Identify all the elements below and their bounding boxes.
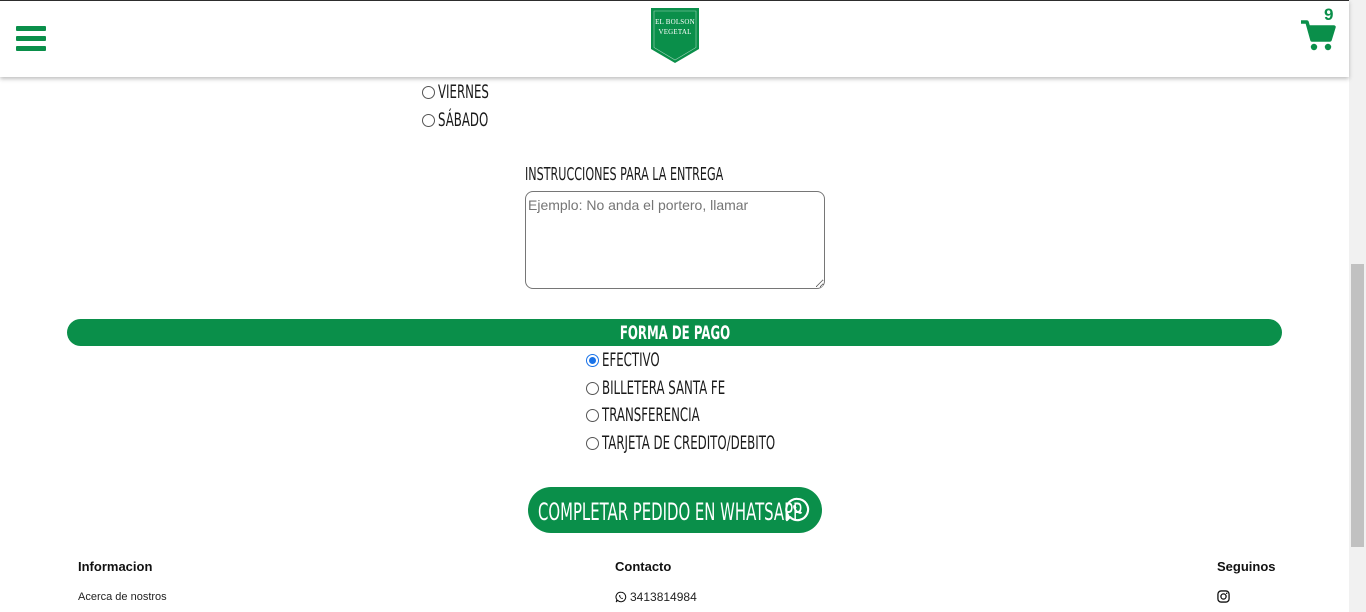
- footer-heading-contacto: Contacto: [615, 559, 672, 574]
- logo[interactable]: EL BOLSON VEGETAL: [651, 8, 699, 64]
- complete-order-label: COMPLETAR PEDIDO EN WHATSAPP: [538, 498, 803, 526]
- footer-heading-seguinos: Seguinos: [1217, 559, 1276, 574]
- payment-section-header: FORMA DE PAGO: [67, 319, 1282, 346]
- radio-button[interactable]: [422, 113, 435, 127]
- phone-number: 3413814984: [630, 590, 697, 604]
- delivery-option-label: VIERNES: [438, 81, 489, 103]
- header: EL BOLSON VEGETAL 9: [0, 0, 1349, 77]
- instructions-textarea[interactable]: [525, 191, 825, 289]
- logo-line-2: VEGETAL: [658, 28, 692, 36]
- menu-icon[interactable]: [16, 24, 46, 54]
- delivery-option-viernes[interactable]: VIERNES: [422, 81, 638, 103]
- footer-heading-informacion: Informacion: [78, 559, 153, 574]
- radio-button[interactable]: [586, 381, 599, 395]
- radio-button-checked[interactable]: [586, 353, 599, 367]
- complete-order-whatsapp-button[interactable]: COMPLETAR PEDIDO EN WHATSAPP: [528, 487, 822, 533]
- payment-option-label: TRANSFERENCIA: [602, 404, 700, 426]
- radio-button[interactable]: [586, 436, 599, 450]
- radio-button[interactable]: [586, 408, 599, 422]
- footer-contact-phone[interactable]: 3413814984: [615, 590, 697, 604]
- radio-button[interactable]: [422, 85, 435, 99]
- scrollbar-thumb[interactable]: [1351, 264, 1364, 547]
- instagram-icon[interactable]: [1217, 590, 1230, 603]
- logo-text: EL BOLSON VEGETAL: [651, 17, 699, 37]
- whatsapp-icon: [785, 497, 810, 522]
- delivery-option-label: SÁBADO: [438, 109, 489, 131]
- payment-option-label: TARJETA DE CREDITO/DEBITO: [602, 432, 776, 454]
- footer-link-about[interactable]: Acerca de nostros: [78, 591, 167, 603]
- payment-option-tarjeta[interactable]: TARJETA DE CREDITO/DEBITO: [586, 432, 802, 454]
- payment-option-billetera[interactable]: BILLETERA SANTA FE: [586, 377, 802, 399]
- payment-option-label: BILLETERA SANTA FE: [602, 377, 726, 399]
- payment-option-efectivo[interactable]: EFECTIVO: [586, 349, 802, 371]
- cart-count-badge: 9: [1324, 5, 1334, 24]
- logo-line-1: EL BOLSON: [655, 18, 695, 26]
- payment-option-label: EFECTIVO: [602, 349, 660, 371]
- payment-section-title: FORMA DE PAGO: [619, 321, 730, 344]
- payment-option-transferencia[interactable]: TRANSFERENCIA: [586, 404, 802, 426]
- instructions-label: INSTRUCCIONES PARA LA ENTREGA: [525, 164, 724, 185]
- delivery-option-sabado[interactable]: SÁBADO: [422, 109, 638, 131]
- whatsapp-icon: [615, 591, 627, 603]
